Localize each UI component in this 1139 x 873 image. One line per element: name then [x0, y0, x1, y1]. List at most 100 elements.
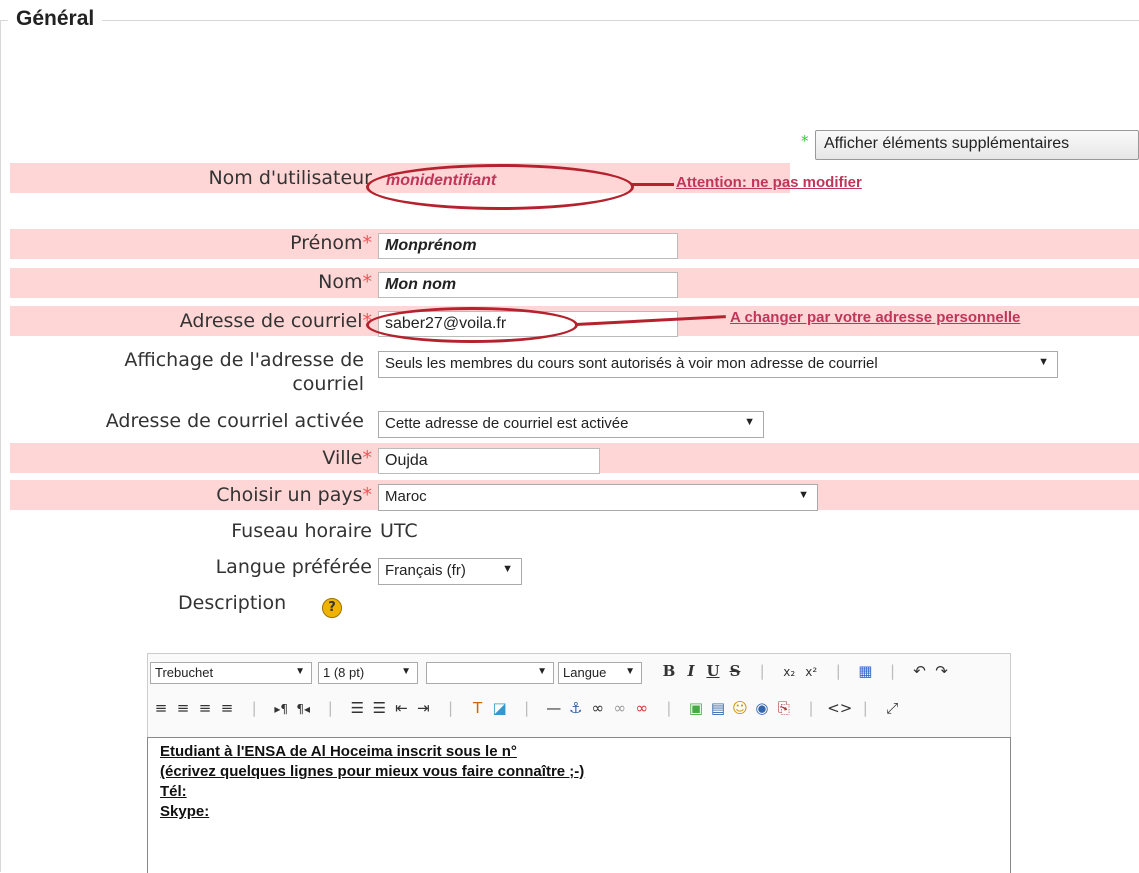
- indent-icon[interactable]: ⇥: [412, 697, 434, 719]
- chevron-down-icon: ▼: [401, 666, 411, 677]
- firstname-input[interactable]: Monprénom: [378, 233, 678, 259]
- text-color-icon[interactable]: T: [467, 697, 489, 719]
- city-label: Ville: [322, 447, 363, 469]
- email-display-label: Affichage de l'adresse de courriel: [10, 348, 364, 396]
- chevron-down-icon: ▼: [537, 666, 547, 677]
- fieldset-border-top: [0, 20, 1139, 21]
- subscript-icon[interactable]: x₂: [778, 661, 800, 683]
- underline-icon[interactable]: U: [702, 660, 724, 682]
- separator-icon: |: [524, 699, 530, 717]
- separator-icon: |: [835, 662, 841, 680]
- country-value: Maroc: [385, 488, 427, 505]
- chevron-down-icon: ▼: [502, 563, 513, 575]
- separator-icon: |: [666, 699, 672, 717]
- special-char-icon[interactable]: ◉: [751, 697, 773, 719]
- email-label-wrap: Adresse de courriel*: [10, 310, 372, 332]
- ordered-list-icon[interactable]: ☰: [346, 697, 368, 719]
- font-family-value: Trebuchet: [155, 665, 214, 680]
- style-select[interactable]: ▼: [426, 662, 554, 684]
- language-label: Langue préférée: [215, 556, 372, 578]
- country-label-wrap: Choisir un pays*: [10, 484, 372, 506]
- search-replace-icon[interactable]: ⎘: [773, 697, 795, 719]
- email-active-select[interactable]: Cette adresse de courriel est activée ▼: [378, 411, 764, 438]
- username-highlight-ellipse: [366, 164, 634, 210]
- editor-line: (écrivez quelques lignes pour mieux vous…: [160, 763, 585, 780]
- country-select[interactable]: Maroc ▼: [378, 484, 818, 511]
- link-icon[interactable]: ∞: [587, 697, 609, 719]
- anchor-icon[interactable]: ⚓: [565, 697, 587, 719]
- timezone-value: UTC: [380, 520, 418, 542]
- description-label: Description: [178, 592, 287, 614]
- html-source-icon[interactable]: <>: [827, 697, 852, 719]
- separator-icon: |: [251, 699, 257, 717]
- nolink-icon[interactable]: ∞: [631, 697, 653, 719]
- chevron-down-icon: ▼: [295, 666, 305, 677]
- email-active-value: Cette adresse de courriel est activée: [385, 415, 629, 432]
- username-label: Nom d'utilisateur: [208, 167, 372, 189]
- background-color-icon[interactable]: ◪: [489, 697, 511, 719]
- paste-word-icon[interactable]: ▦: [854, 660, 876, 682]
- country-label: Choisir un pays: [216, 484, 363, 506]
- separator-icon: |: [327, 699, 333, 717]
- timezone-label: Fuseau horaire: [231, 520, 372, 542]
- email-highlight-ellipse: [366, 307, 578, 343]
- font-size-select[interactable]: 1 (8 pt) ▼: [318, 662, 418, 684]
- table-icon[interactable]: ▤: [707, 697, 729, 719]
- align-justify-icon[interactable]: ≡: [216, 697, 238, 719]
- separator-icon: |: [862, 699, 868, 717]
- fieldset-border-left: [0, 20, 1, 872]
- description-editor[interactable]: Etudiant à l'ENSA de Al Hoceima inscrit …: [147, 737, 1011, 873]
- chevron-down-icon: ▼: [1038, 356, 1049, 368]
- separator-icon: |: [759, 662, 765, 680]
- language-toolbar-value: Langue: [563, 665, 607, 680]
- lastname-input[interactable]: Mon nom: [378, 272, 678, 298]
- outdent-icon[interactable]: ⇤: [390, 697, 412, 719]
- superscript-icon[interactable]: x²: [800, 661, 822, 683]
- show-advanced-button[interactable]: Afficher éléments supplémentaires: [815, 130, 1139, 160]
- firstname-label-wrap: Prénom*: [10, 232, 372, 254]
- email-label: Adresse de courriel: [179, 310, 363, 332]
- help-icon[interactable]: ?: [322, 598, 342, 618]
- unordered-list-icon[interactable]: ☰: [368, 697, 390, 719]
- format-buttons-row2: ≡ ≡ ≡ ≡ | ▸¶ ¶◂ | ☰ ☰ ⇤ ⇥ | T ◪ | — ⚓ ∞ ∞ ∞ | ▣ ▤ ☺ ◉ ⎘ …: [150, 697, 903, 720]
- redo-icon[interactable]: ↷: [931, 660, 953, 682]
- horizontal-rule-icon[interactable]: —: [543, 697, 565, 719]
- image-icon[interactable]: ▣: [685, 697, 707, 719]
- username-warning-note: Attention: ne pas modifier: [676, 174, 862, 191]
- strikethrough-icon[interactable]: S: [724, 660, 746, 682]
- firstname-label: Prénom: [290, 232, 363, 254]
- separator-icon: |: [447, 699, 453, 717]
- align-right-icon[interactable]: ≡: [194, 697, 216, 719]
- align-center-icon[interactable]: ≡: [172, 697, 194, 719]
- font-size-value: 1 (8 pt): [323, 665, 365, 680]
- lastname-label-wrap: Nom*: [10, 271, 372, 293]
- city-label-wrap: Ville*: [10, 447, 372, 469]
- email-display-select[interactable]: Seuls les membres du cours sont autorisé…: [378, 351, 1058, 378]
- undo-icon[interactable]: ↶: [909, 660, 931, 682]
- rtl-icon[interactable]: ¶◂: [292, 698, 314, 720]
- email-display-value: Seuls les membres du cours sont autorisé…: [385, 355, 878, 372]
- editor-line: Etudiant à l'ENSA de Al Hoceima inscrit …: [160, 743, 517, 760]
- lastname-label: Nom: [318, 271, 363, 293]
- unlink-icon[interactable]: ∞: [609, 697, 631, 719]
- advanced-star: *: [801, 132, 809, 150]
- city-input[interactable]: Oujda: [378, 448, 600, 474]
- email-display-label-line2: courriel: [292, 373, 364, 395]
- separator-icon: |: [808, 699, 814, 717]
- language-select[interactable]: Français (fr) ▼: [378, 558, 522, 585]
- emoticon-icon[interactable]: ☺: [729, 697, 751, 719]
- ltr-icon[interactable]: ▸¶: [270, 698, 292, 720]
- email-display-label-line1: Affichage de l'adresse de: [124, 349, 364, 371]
- align-left-icon[interactable]: ≡: [150, 697, 172, 719]
- separator-icon: |: [889, 662, 895, 680]
- language-toolbar-select[interactable]: Langue ▼: [558, 662, 642, 684]
- format-buttons: BIUS | x₂ x² | ▦ | ↶ ↷: [658, 660, 953, 683]
- email-change-note: A changer par votre adresse personnelle: [730, 309, 1021, 326]
- font-family-select[interactable]: Trebuchet ▼: [150, 662, 312, 684]
- bold-icon[interactable]: B: [658, 660, 680, 682]
- required-star: *: [362, 232, 373, 254]
- required-star: *: [362, 271, 373, 293]
- italic-icon[interactable]: I: [680, 660, 702, 682]
- fullscreen-icon[interactable]: ⤢: [881, 697, 903, 719]
- editor-line: Skype:: [160, 803, 210, 820]
